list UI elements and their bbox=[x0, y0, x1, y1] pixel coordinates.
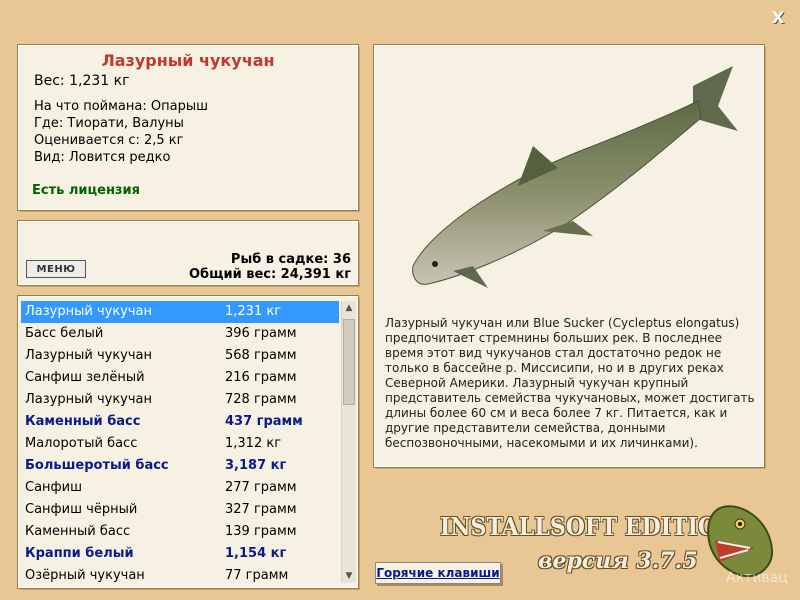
list-item-weight: 139 грамм bbox=[225, 524, 297, 539]
list-item-weight: 1,231 кг bbox=[225, 304, 282, 319]
list-item-name: Большеротый басс bbox=[25, 458, 169, 473]
list-scrollbar[interactable]: ▲ ▼ bbox=[341, 301, 356, 583]
list-item-weight: 728 грамм bbox=[225, 392, 297, 407]
list-item[interactable]: Каменный басс 437 грамм bbox=[21, 411, 339, 433]
close-icon[interactable]: X bbox=[772, 8, 784, 27]
list-item[interactable]: Лазурный чукучан 728 грамм bbox=[21, 389, 339, 411]
list-item-weight: 1,154 кг bbox=[225, 546, 287, 561]
fish-info-panel: Лазурный чукучан Вес: 1,231 кг На что по… bbox=[17, 44, 359, 211]
place-line: Где: Тиорати, Валуны bbox=[34, 116, 184, 131]
catch-stats-panel: МЕНЮ Рыб в садке: 36 Общий вес: 24,391 к… bbox=[17, 220, 359, 286]
list-item[interactable]: Лазурный чукучан 1,231 кг bbox=[21, 301, 339, 323]
scroll-down-icon[interactable]: ▼ bbox=[342, 569, 356, 583]
list-item[interactable]: Санфиш чёрный 327 грамм bbox=[21, 499, 339, 521]
list-item-weight: 396 грамм bbox=[225, 326, 297, 341]
license-status: Есть лицензия bbox=[32, 183, 140, 198]
hotkeys-button[interactable]: Горячие клавиши bbox=[375, 562, 501, 584]
list-item-weight: 3,187 кг bbox=[225, 458, 287, 473]
fish-description: Лазурный чукучан или Blue Sucker (Cyclep… bbox=[385, 316, 755, 450]
fish-weight: Вес: 1,231 кг bbox=[34, 73, 130, 89]
activation-watermark: Активац bbox=[726, 570, 788, 586]
list-item-name: Лазурный чукучан bbox=[25, 392, 153, 407]
list-item-name: Каменный басс bbox=[25, 524, 131, 539]
list-item-weight: 77 грамм bbox=[225, 568, 289, 583]
scroll-thumb[interactable] bbox=[343, 319, 355, 405]
edition-label: INSTALLSOFT EDITION bbox=[440, 512, 738, 541]
list-item[interactable]: Санфиш зелёный 216 грамм bbox=[21, 367, 339, 389]
list-item-name: Краппи белый bbox=[25, 546, 134, 561]
bait-line: На что поймана: Опарыш bbox=[34, 99, 208, 114]
list-item-name: Озёрный чукучан bbox=[25, 568, 145, 583]
list-item-name: Санфиш зелёный bbox=[25, 370, 145, 385]
fish-image bbox=[412, 66, 738, 288]
menu-button[interactable]: МЕНЮ bbox=[26, 260, 86, 278]
list-item[interactable]: Лазурный чукучан 568 грамм bbox=[21, 345, 339, 367]
list-item[interactable]: Малоротый басс 1,312 кг bbox=[21, 433, 339, 455]
list-item[interactable]: Большеротый басс 3,187 кг bbox=[21, 455, 339, 477]
list-item-name: Каменный басс bbox=[25, 414, 141, 429]
list-item-name: Малоротый басс bbox=[25, 436, 138, 451]
catch-list: Лазурный чукучан 1,231 кг Басс белый 396 гр… bbox=[21, 301, 339, 587]
list-item-weight: 327 грамм bbox=[225, 502, 297, 517]
catch-list-panel: Лазурный чукучан 1,231 кг Басс белый 396 гр… bbox=[17, 295, 359, 589]
list-item[interactable]: Басс белый 396 грамм bbox=[21, 323, 339, 345]
total-weight: Общий вес: 24,391 кг bbox=[188, 267, 351, 282]
list-item-weight: 568 грамм bbox=[225, 348, 297, 363]
list-item-weight: 1,312 кг bbox=[225, 436, 282, 451]
list-item-name: Лазурный чукучан bbox=[25, 304, 153, 319]
list-item-weight: 437 грамм bbox=[225, 414, 303, 429]
list-item[interactable]: Санфиш 277 грамм bbox=[21, 477, 339, 499]
pike-logo-icon bbox=[707, 505, 774, 578]
list-item-weight: 277 грамм bbox=[225, 480, 297, 495]
list-item[interactable]: Краппи белый 1,154 кг bbox=[21, 543, 339, 565]
fish-detail-panel: Лазурный чукучан или Blue Sucker (Cyclep… bbox=[373, 44, 765, 468]
list-item-weight: 216 грамм bbox=[225, 370, 297, 385]
list-item-name: Санфиш bbox=[25, 480, 83, 495]
scroll-up-icon[interactable]: ▲ bbox=[342, 301, 356, 315]
kind-line: Вид: Ловится редко bbox=[34, 150, 171, 165]
list-item[interactable]: Озёрный чукучан 77 грамм bbox=[21, 565, 339, 587]
list-item-name: Басс белый bbox=[25, 326, 104, 341]
list-item[interactable]: Каменный басс 139 грамм bbox=[21, 521, 339, 543]
fish-count: Рыб в садке: 36 bbox=[230, 252, 351, 267]
fish-details: На что поймана: Опарыш Где: Тиорати, Вал… bbox=[34, 98, 208, 166]
version-label: версия 3.7.5 bbox=[538, 548, 698, 574]
valued-line: Оценивается с: 2,5 кг bbox=[34, 133, 184, 148]
list-item-name: Лазурный чукучан bbox=[25, 348, 153, 363]
fish-title: Лазурный чукучан bbox=[101, 51, 275, 70]
list-item-name: Санфиш чёрный bbox=[25, 502, 138, 517]
